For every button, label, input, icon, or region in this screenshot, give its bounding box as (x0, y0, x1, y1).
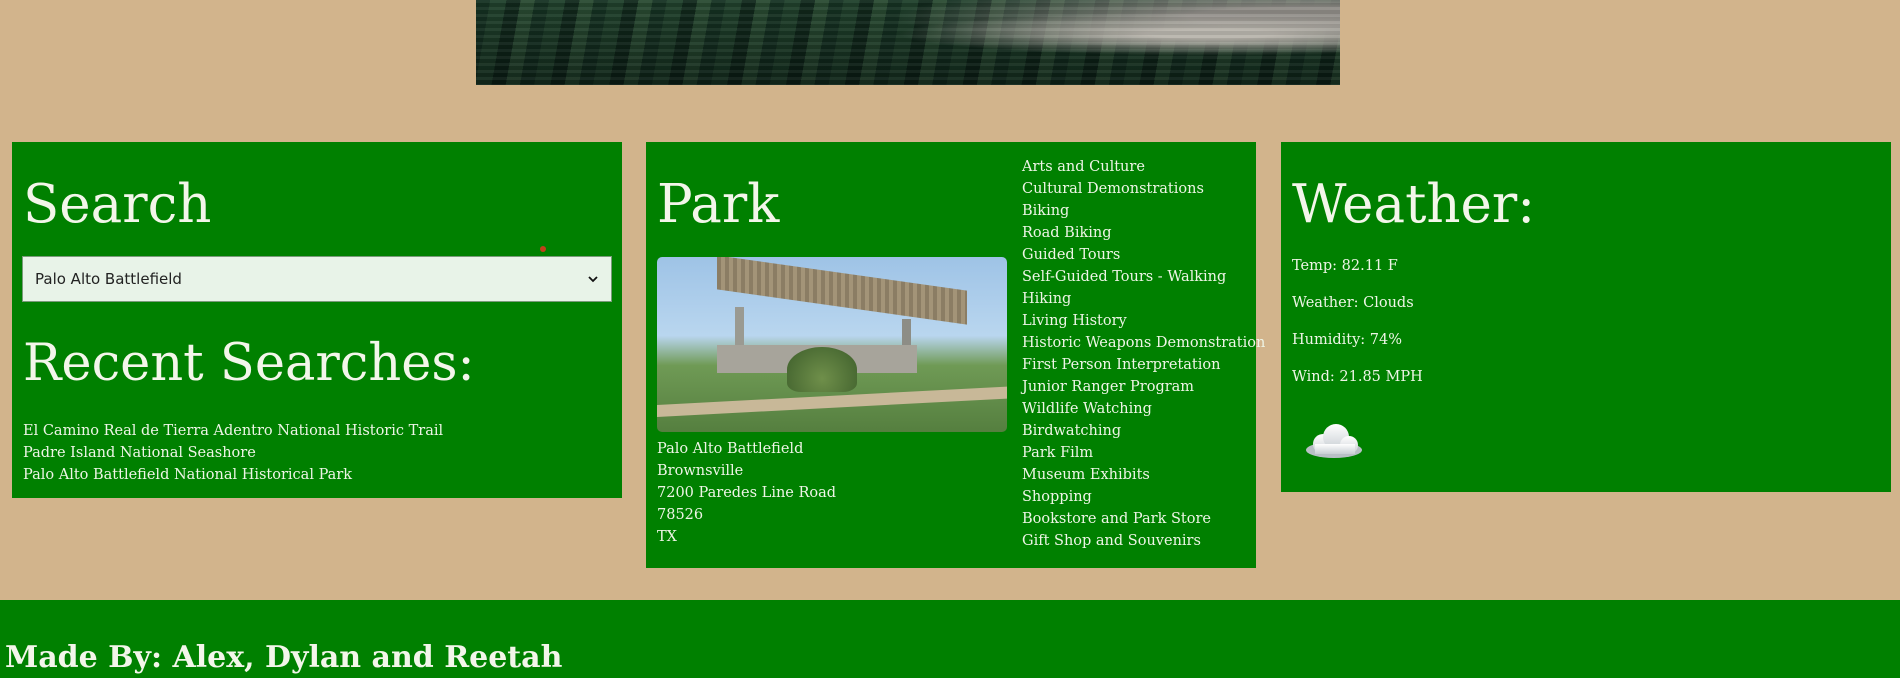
activity-item: Park Film (1022, 445, 1094, 461)
recent-search-item[interactable]: Palo Alto Battlefield National Historica… (23, 464, 443, 486)
cursor-dot (540, 246, 546, 252)
recent-search-item[interactable]: El Camino Real de Tierra Adentro Nationa… (23, 420, 443, 442)
search-card: Search Palo Alto Battlefield Recent Sear… (12, 142, 622, 498)
activity-item: Wildlife Watching (1022, 401, 1152, 417)
park-state: TX (657, 529, 677, 545)
activity-item: Road Biking (1022, 225, 1112, 241)
weather-wind: Wind: 21.85 MPH (1292, 369, 1423, 385)
park-zip: 78526 (657, 507, 704, 523)
recent-searches-list: El Camino Real de Tierra Adentro Nationa… (23, 420, 443, 486)
activity-item: First Person Interpretation (1022, 357, 1221, 373)
park-address: Palo Alto Battlefield Brownsville 7200 P… (657, 438, 836, 548)
park-street: 7200 Paredes Line Road (657, 485, 837, 501)
activity-item: Guided Tours (1022, 247, 1121, 263)
weather-temp: Temp: 82.11 F (1292, 258, 1398, 274)
park-name: Palo Alto Battlefield (657, 441, 804, 457)
park-title: Park (657, 174, 780, 235)
chevron-down-icon (588, 276, 598, 283)
activity-item: Junior Ranger Program (1022, 379, 1195, 395)
cloud-icon (1306, 424, 1362, 458)
activity-item: Gift Shop and Souvenirs (1022, 533, 1201, 549)
park-select[interactable]: Palo Alto Battlefield (22, 256, 612, 302)
footer-credits: Made By: Alex, Dylan and Reetah (5, 640, 563, 675)
activities-list: Arts and Culture Cultural Demonstrations… (1022, 156, 1265, 552)
activity-item: Birdwatching (1022, 423, 1122, 439)
activity-item: Museum Exhibits (1022, 467, 1150, 483)
park-city: Brownsville (657, 463, 744, 479)
footer: Made By: Alex, Dylan and Reetah (0, 600, 1900, 678)
activity-item: Shopping (1022, 489, 1092, 505)
activity-item: Living History (1022, 313, 1127, 329)
activity-item: Bookstore and Park Store (1022, 511, 1211, 527)
activity-item: Hiking (1022, 291, 1072, 307)
park-select-value: Palo Alto Battlefield (35, 270, 182, 288)
recent-searches-title: Recent Searches: (23, 334, 475, 393)
activity-item: Historic Weapons Demonstration (1022, 335, 1266, 351)
park-photo (657, 257, 1007, 432)
activity-item: Cultural Demonstrations (1022, 181, 1204, 197)
weather-title: Weather: (1292, 174, 1536, 235)
park-card: Park Palo Alto Battlefield Brownsville 7… (646, 142, 1265, 568)
activity-item: Biking (1022, 203, 1070, 219)
activity-item: Arts and Culture (1022, 159, 1145, 175)
search-title: Search (23, 174, 212, 235)
weather-info: Temp: 82.11 F Weather: Clouds Humidity: … (1292, 258, 1423, 406)
weather-condition: Weather: Clouds (1292, 295, 1414, 311)
weather-card: Weather: Temp: 82.11 F Weather: Clouds H… (1281, 142, 1891, 492)
activity-item: Self-Guided Tours - Walking (1022, 269, 1227, 285)
weather-humidity: Humidity: 74% (1292, 332, 1403, 348)
hero-image (476, 0, 1340, 85)
recent-search-item[interactable]: Padre Island National Seashore (23, 442, 443, 464)
